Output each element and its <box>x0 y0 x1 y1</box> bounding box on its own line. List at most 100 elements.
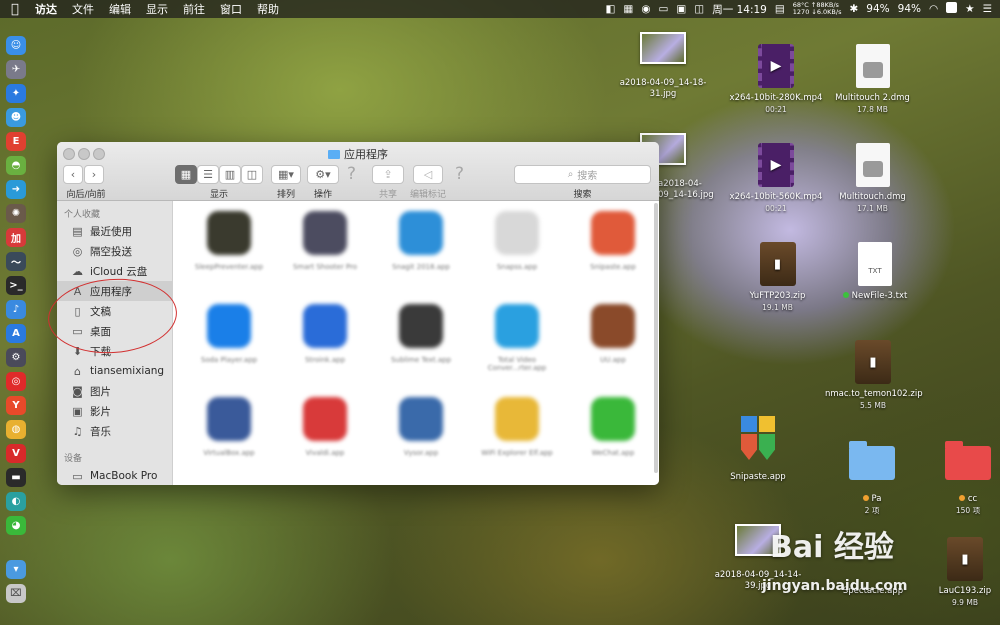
menu-view[interactable]: 显示 <box>146 1 168 17</box>
help-icon-2[interactable]: ? <box>455 164 464 184</box>
sidebar-item-music[interactable]: ♫ 音乐 <box>57 421 172 441</box>
activity-monitor-icon[interactable]: 〜 <box>6 252 26 271</box>
app-item[interactable]: UU.app <box>561 298 656 388</box>
terminal-icon[interactable]: >_ <box>6 276 26 295</box>
netease-music-icon[interactable]: ◎ <box>6 372 26 391</box>
menu-bar:  访达 文件 编辑 显示 前往 窗口 帮助 ◧ ▦ ◉ ▭ ▣ ◫ 周一 14… <box>0 0 1000 18</box>
desktop-folder-pa[interactable]: Pa 2 项 <box>842 440 902 516</box>
apple-menu-icon[interactable]:  <box>11 2 25 17</box>
scripts-icon[interactable] <box>946 2 958 16</box>
network-stats[interactable]: 68°C ↑88KB/s 1270 ↓6.0KB/s <box>793 2 842 16</box>
status-icon-2[interactable]: ▦ <box>623 3 633 15</box>
icon-view-button[interactable]: ▦ <box>175 165 197 184</box>
menu-file[interactable]: 文件 <box>72 1 94 17</box>
desktop-file-mp4-1[interactable]: ▶ x264-10bit-280K.mp4 00:21 <box>726 44 826 115</box>
wechat-icon[interactable]: ◕ <box>6 516 26 535</box>
share-button[interactable]: ⇪ <box>372 165 404 184</box>
app-item[interactable]: Snipaste.app <box>561 205 656 295</box>
status-icon-1[interactable]: ◧ <box>605 3 615 15</box>
list-view-button[interactable]: ☰ <box>197 165 219 184</box>
app-item[interactable]: Vivaldi.app <box>273 391 368 481</box>
notification-list-icon[interactable]: ☰ <box>983 3 992 15</box>
desktop-file-zip-3[interactable]: ▮ LauC193.zip 9.9 MB <box>930 537 1000 608</box>
desktop-file-dmg-1[interactable]: Multitouch 2.dmg 17.8 MB <box>825 44 920 115</box>
clock-text[interactable]: 周一 14:19 <box>712 2 767 17</box>
app-item[interactable]: Snagit 2018.app <box>369 205 464 295</box>
app-item[interactable]: SleepPreventer.app <box>177 205 272 295</box>
sidebar-item-recents[interactable]: ▤ 最近使用 <box>57 221 172 241</box>
sidebar-item-macbook[interactable]: ▭ MacBook Pro <box>57 466 172 485</box>
file-name: x264-10bit-560K.mp4 <box>729 192 823 202</box>
app-red-icon[interactable]: E <box>6 132 26 151</box>
terminal2-icon[interactable]: ▬ <box>6 468 26 487</box>
bluetooth-icon[interactable]: ✱ <box>849 3 858 15</box>
app-item[interactable]: Smart Shooter Pro <box>273 205 368 295</box>
menu-edit[interactable]: 编辑 <box>109 1 131 17</box>
wechat-status-icon[interactable]: ◉ <box>641 3 650 15</box>
android-icon[interactable]: ◓ <box>6 156 26 175</box>
menu-window[interactable]: 窗口 <box>220 1 242 17</box>
app-item[interactable]: Total Video Conver...rter.app <box>465 298 560 388</box>
desktop-file-mp4-2[interactable]: ▶ x264-10bit-560K.mp4 00:21 <box>726 143 826 214</box>
action-gear-button[interactable]: ⚙▾ <box>307 165 339 184</box>
back-button[interactable]: ‹ <box>63 165 83 184</box>
sidebar-item-pictures[interactable]: ◙ 图片 <box>57 381 172 401</box>
launchpad-icon[interactable]: ✈ <box>6 60 26 79</box>
chrome-icon[interactable]: ◍ <box>6 420 26 439</box>
app-teal-icon[interactable]: ◐ <box>6 492 26 511</box>
downloads-folder-icon[interactable]: ▾ <box>6 560 26 579</box>
battery-percent-2[interactable]: 94% <box>898 3 921 15</box>
desktop-file-txt[interactable]: TXT NewFile-3.txt <box>830 242 920 302</box>
favorites-star-icon[interactable]: ★ <box>965 3 974 15</box>
app-red2-icon[interactable]: 加 <box>6 228 26 247</box>
forward-button[interactable]: › <box>84 165 104 184</box>
desktop-folder-cc[interactable]: cc 150 项 <box>938 440 998 516</box>
help-icon[interactable]: ? <box>347 164 356 184</box>
search-input[interactable]: ⌕ 搜索 <box>514 165 651 184</box>
trash-icon[interactable]: ⌧ <box>6 584 26 603</box>
vivaldi-icon[interactable]: V <box>6 444 26 463</box>
system-prefs-icon[interactable]: ⚙ <box>6 348 26 367</box>
gallery-view-button[interactable]: ◫ <box>241 165 263 184</box>
battery-percent-1[interactable]: 94% <box>866 3 889 15</box>
app-item[interactable]: Vysor.app <box>369 391 464 481</box>
column-view-button[interactable]: ▥ <box>219 165 241 184</box>
contacts-icon[interactable]: ☻ <box>6 108 26 127</box>
wifi-icon[interactable]: ◠ <box>929 3 938 15</box>
desktop-file-zip-1[interactable]: ▮ YuFTP203.zip 19.1 MB <box>735 242 820 313</box>
settings-gear-icon[interactable]: ✺ <box>6 204 26 223</box>
app-item[interactable]: Stroink.app <box>273 298 368 388</box>
desktop-file-zip-2[interactable]: ▮ nmac.to_temon102.zip 5.5 MB <box>818 340 928 411</box>
finder-icon[interactable]: ☺ <box>6 36 26 55</box>
yinxiang-icon[interactable]: Y <box>6 396 26 415</box>
net-down-text: 1270 ↓6.0KB/s <box>792 8 842 16</box>
voice-icon[interactable]: ♪ <box>6 300 26 319</box>
menu-go[interactable]: 前往 <box>183 1 205 17</box>
app-item[interactable]: Snapss.app <box>465 205 560 295</box>
desktop-file-jpg-2[interactable]: a2018-04-09_14-16.jpg <box>640 133 720 201</box>
safari-icon[interactable]: ✦ <box>6 84 26 103</box>
sidebar-item-airdrop[interactable]: ◎ 隔空投送 <box>57 241 172 261</box>
app-item[interactable]: WeChat.app <box>561 391 656 481</box>
cpu-status-icon[interactable]: ▤ <box>775 3 785 15</box>
app-item[interactable]: WiFi Explorer Elf.app <box>465 391 560 481</box>
app-item[interactable]: Soda Player.app <box>177 298 272 388</box>
sidebar-item-movies[interactable]: ▣ 影片 <box>57 401 172 421</box>
desktop-file-dmg-2[interactable]: Multitouch.dmg 17.1 MB <box>825 143 920 214</box>
desktop-file-jpg-1[interactable]: a2018-04-09_14-18-31.jpg <box>608 32 718 100</box>
arrange-button[interactable]: ▦▾ <box>271 165 301 184</box>
monitor-status-icon[interactable]: ◫ <box>694 3 704 15</box>
app-item[interactable]: VirtualBox.app <box>177 391 272 481</box>
edit-tags-button[interactable]: ◁ <box>413 165 443 184</box>
menu-finder[interactable]: 访达 <box>35 1 57 17</box>
app-item[interactable]: Sublime Text.app <box>369 298 464 388</box>
vertical-scrollbar[interactable] <box>654 203 658 473</box>
desktop-app-snipaste[interactable]: Snipaste.app <box>718 414 798 483</box>
arrange-label: 排列 <box>276 190 295 200</box>
sidebar-item-home[interactable]: ⌂ tiansemixiang <box>57 361 172 381</box>
display-icon[interactable]: ▭ <box>658 3 668 15</box>
menu-help[interactable]: 帮助 <box>257 1 279 17</box>
migration-icon[interactable]: ➜ <box>6 180 26 199</box>
app-store-icon[interactable]: A <box>6 324 26 343</box>
grid-status-icon[interactable]: ▣ <box>676 3 686 15</box>
